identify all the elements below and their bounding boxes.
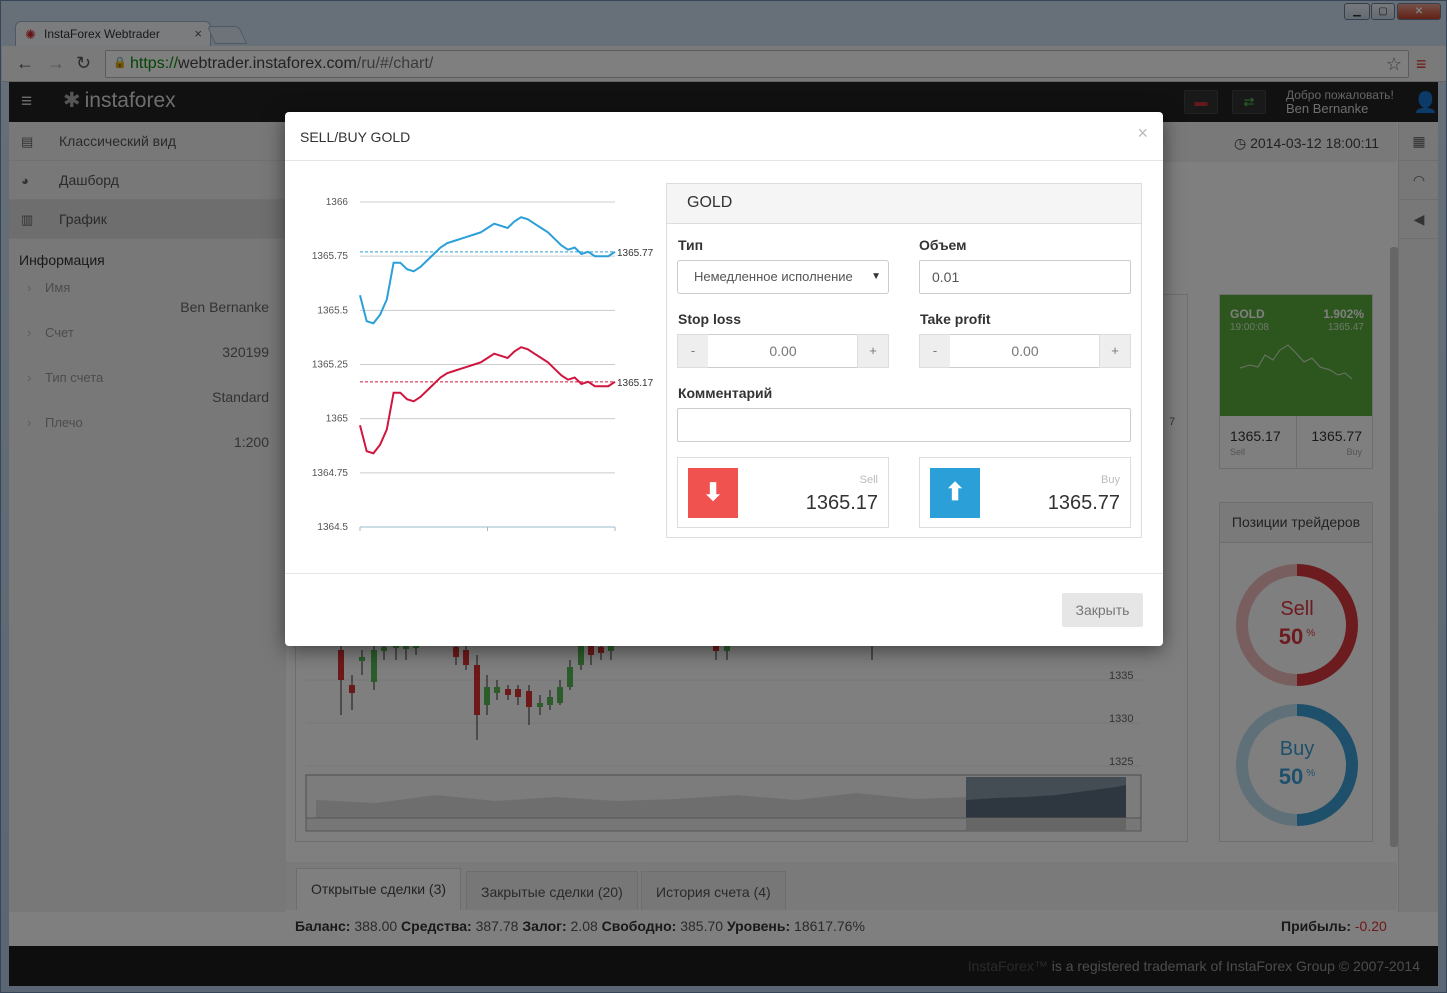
series-line [359, 346, 616, 455]
takeprofit-plus-button[interactable]: + [1099, 334, 1131, 368]
chevron-down-icon: ▼ [871, 271, 881, 282]
takeprofit-label: Take profit [920, 311, 991, 327]
stoploss-minus-button[interactable]: - [677, 334, 709, 368]
modal-close-button[interactable]: Закрыть [1062, 593, 1143, 627]
buy-button-price: 1365.77 [1047, 492, 1120, 514]
modal-title: SELL/BUY GOLD [300, 129, 411, 145]
order-type-value: Немедленное исполнение [694, 269, 853, 284]
volume-label: Объем [919, 237, 967, 253]
takeprofit-minus-button[interactable]: - [919, 334, 951, 368]
reference-label: 1365.77 [617, 248, 654, 259]
y-tick-label: 1365.25 [312, 360, 349, 371]
volume-input[interactable]: 0.01 [919, 260, 1131, 294]
order-panel: GOLD Тип Немедленное исполнение ▼ Объем … [666, 183, 1142, 538]
price-chart: 1366 1365.75 1365.5 1365.25 1365 1364.75 1364.… [312, 197, 654, 533]
series-line [359, 216, 616, 325]
buy-button-label: Buy [1101, 474, 1120, 486]
order-panel-title: GOLD [667, 184, 1141, 224]
order-type-select[interactable]: Немедленное исполнение ▼ [677, 260, 889, 294]
reference-label: 1365.17 [617, 378, 654, 389]
trade-modal: SELL/BUY GOLD × 1366 1365.75 1365.5 1365.25… [285, 112, 1163, 646]
y-tick-label: 1366 [326, 197, 349, 208]
sell-button[interactable]: ⬇ Sell 1365.17 [677, 457, 889, 528]
modal-header-divider [285, 160, 1163, 161]
arrow-up-icon: ⬆ [930, 468, 980, 518]
sell-button-label: Sell [859, 474, 878, 486]
type-label: Тип [678, 237, 704, 253]
comment-input[interactable] [677, 408, 1131, 442]
y-tick-label: 1364.75 [312, 468, 349, 479]
modal-footer-divider [285, 573, 1163, 574]
stoploss-input[interactable]: 0.00 [708, 334, 858, 368]
y-tick-label: 1365 [326, 414, 349, 425]
stoploss-stepper: - 0.00 + [677, 334, 889, 368]
takeprofit-stepper: - 0.00 + [919, 334, 1131, 368]
stoploss-label: Stop loss [678, 311, 742, 327]
sell-button-price: 1365.17 [805, 492, 878, 514]
y-tick-label: 1365.75 [312, 251, 349, 262]
modal-close-icon[interactable]: × [1137, 124, 1148, 142]
y-tick-label: 1364.5 [317, 522, 348, 533]
y-tick-label: 1365.5 [317, 305, 348, 316]
arrow-down-icon: ⬇ [688, 468, 738, 518]
buy-button[interactable]: ⬆ Buy 1365.77 [919, 457, 1131, 528]
comment-label: Комментарий [678, 385, 773, 401]
stoploss-plus-button[interactable]: + [857, 334, 889, 368]
takeprofit-input[interactable]: 0.00 [950, 334, 1100, 368]
